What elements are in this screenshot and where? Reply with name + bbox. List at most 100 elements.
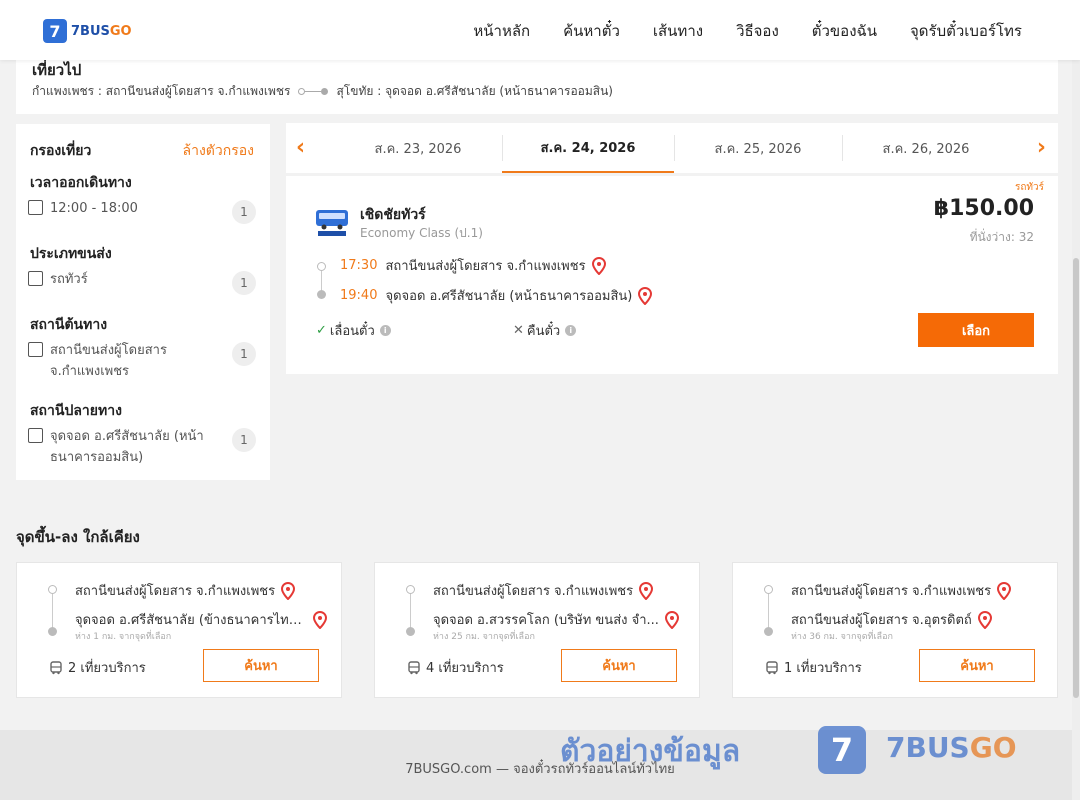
arrival-dot-icon [317, 290, 326, 299]
checkbox[interactable] [28, 428, 43, 443]
tab-date-3[interactable]: ส.ค. 25, 2026 [674, 123, 842, 173]
logo-text: 7BUSGO [71, 23, 132, 39]
seats-available: ที่นั่งว่าง: 32 [969, 230, 1034, 244]
departure-station: สถานีขนส่งผู้โดยสาร จ.กำแพงเพชร [385, 259, 586, 274]
bus-class: Economy Class (ป.1) [360, 226, 483, 240]
filter-group-title: สถานีปลายทาง [30, 403, 122, 419]
tab-date-4[interactable]: ส.ค. 26, 2026 [842, 123, 1010, 173]
nearby-route-card: สถานีขนส่งผู้โดยสาร จ.กำแพงเพชร จุดจอด อ… [16, 562, 342, 698]
date-selector: ‹ ส.ค. 23, 2026 ส.ค. 24, 2026 ส.ค. 25, 2… [286, 123, 1058, 173]
operator-name: เชิดชัยทัวร์ [360, 207, 426, 223]
filter-count-badge: 1 [232, 342, 256, 366]
tab-date-1[interactable]: ส.ค. 23, 2026 [334, 123, 502, 173]
route-destination: สุโขทัย : จุดจอด อ.ศรีสัชนาลัย (หน้าธนาค… [336, 84, 613, 98]
map-pin-icon[interactable] [664, 610, 679, 629]
page-scrollbar[interactable] [1072, 0, 1080, 800]
nearby-origin: สถานีขนส่งผู้โดยสาร จ.กำแพงเพชร [75, 580, 296, 601]
map-pin-icon[interactable] [591, 256, 606, 275]
nearby-route-card: สถานีขนส่งผู้โดยสาร จ.กำแพงเพชร จุดจอด อ… [374, 562, 700, 698]
nav-my-tickets[interactable]: ตั๋วของฉัน [812, 19, 877, 43]
map-pin-icon[interactable] [997, 581, 1012, 600]
watermark-text: ตัวอย่างข้อมูล [560, 734, 741, 769]
departure-dot-icon [317, 262, 326, 271]
map-pin-icon[interactable] [313, 610, 327, 629]
filter-option-label: สถานีขนส่งผู้โดยสาร จ.กำแพงเพชร [50, 343, 167, 379]
nearby-section-title: จุดขึ้น-ลง ใกล้เคียง [16, 528, 140, 546]
tab-date-2-active[interactable]: ส.ค. 24, 2026 [502, 123, 674, 173]
ticket-price: ฿150.00 [933, 196, 1034, 221]
nearby-route-card: สถานีขนส่งผู้โดยสาร จ.กำแพงเพชร สถานีขนส… [732, 562, 1058, 698]
select-trip-button[interactable]: เลือก [918, 313, 1034, 347]
nearby-distance: ห่าง 25 กม. จากจุดที่เลือก [433, 632, 535, 642]
route-origin: กำแพงเพชร : สถานีขนส่งผู้โดยสาร จ.กำแพงเ… [32, 84, 291, 98]
feature-reschedule: ✓ เลื่อนตั๋ว i [316, 320, 391, 341]
bus-icon [408, 660, 420, 674]
bus-icon [50, 660, 62, 674]
map-pin-icon[interactable] [639, 581, 654, 600]
cross-icon: ✕ [513, 323, 524, 338]
filter-option-departure-time[interactable]: 12:00 - 18:00 1 [28, 198, 256, 224]
checkbox[interactable] [28, 271, 43, 286]
nearby-trip-count: 2 เที่ยวบริการ [49, 657, 146, 678]
filter-group-title: ประเภทขนส่ง [30, 246, 112, 262]
arrival-time: 19:40 [340, 288, 378, 303]
filter-option-transport-type[interactable]: รถทัวร์ 1 [28, 269, 256, 295]
nearby-search-button[interactable]: ค้นหา [203, 649, 319, 682]
next-date-chevron-icon[interactable]: › [1037, 135, 1046, 160]
nearby-search-button[interactable]: ค้นหา [919, 649, 1035, 682]
site-logo[interactable]: 7 7BUSGO [43, 19, 132, 43]
nearby-origin: สถานีขนส่งผู้โดยสาร จ.กำแพงเพชร [433, 580, 654, 601]
info-icon[interactable]: i [565, 325, 577, 336]
bus-icon [766, 660, 778, 674]
clear-filters-link[interactable]: ล้างตัวกรอง [183, 140, 254, 162]
nav-pickup-points[interactable]: จุดรับตั๋วเบอร์โทร [910, 19, 1022, 43]
nearby-trip-count: 4 เที่ยวบริการ [407, 657, 504, 678]
nav-routes[interactable]: เส้นทาง [653, 19, 703, 43]
nav-home[interactable]: หน้าหลัก [473, 19, 530, 43]
arrival-stop: 19:40 จุดจอด อ.ศรีสัชนาลัย (หน้าธนาคารออ… [340, 285, 653, 306]
filter-group-title: สถานีต้นทาง [30, 317, 108, 333]
main-nav: หน้าหลัก ค้นหาตั๋ว เส้นทาง วิธีจอง ตั๋วข… [473, 19, 1022, 43]
trip-result-card: รถทัวร์ เชิดชัยทัวร์ Economy Class (ป.1)… [286, 176, 1058, 374]
watermark-brand: 7BUSGO [886, 731, 1017, 764]
filter-option-label: 12:00 - 18:00 [50, 201, 138, 216]
watermark-logo-icon: 7 [818, 726, 866, 774]
filter-count-badge: 1 [232, 428, 256, 452]
arrival-station: จุดจอด อ.ศรีสัชนาลัย (หน้าธนาคารออมสิน) [385, 289, 633, 304]
checkbox[interactable] [28, 200, 43, 215]
route-connector-icon [298, 88, 329, 95]
nearby-distance: ห่าง 1 กม. จากจุดที่เลือก [75, 632, 172, 642]
filter-group-title: เวลาออกเดินทาง [30, 175, 132, 191]
prev-date-chevron-icon[interactable]: ‹ [296, 135, 305, 160]
departure-stop: 17:30 สถานีขนส่งผู้โดยสาร จ.กำแพงเพชร [340, 255, 606, 276]
logo-icon: 7 [43, 19, 67, 43]
check-icon: ✓ [316, 323, 327, 338]
nearby-destination: จุดจอด อ.สวรรคโลก (บริษัท ขนส่ง จำ... [433, 609, 679, 630]
nearby-trip-count: 1 เที่ยวบริการ [765, 657, 862, 678]
filter-option-origin-station[interactable]: สถานีขนส่งผู้โดยสาร จ.กำแพงเพชร 1 [28, 340, 256, 382]
top-navbar: 7 7BUSGO หน้าหลัก ค้นหาตั๋ว เส้นทาง วิธี… [0, 0, 1080, 60]
info-icon[interactable]: i [379, 325, 391, 336]
scrollbar-thumb[interactable] [1073, 258, 1079, 698]
nearby-origin: สถานีขนส่งผู้โดยสาร จ.กำแพงเพชร [791, 580, 1012, 601]
filter-option-label: จุดจอด อ.ศรีสัชนาลัย (หน้าธนาคารออมสิน) [50, 429, 204, 465]
map-pin-icon[interactable] [281, 581, 296, 600]
filter-option-destination-station[interactable]: จุดจอด อ.ศรีสัชนาลัย (หน้าธนาคารออมสิน) … [28, 426, 256, 468]
route-line: กำแพงเพชร : สถานีขนส่งผู้โดยสาร จ.กำแพงเ… [32, 82, 613, 101]
filter-count-badge: 1 [232, 271, 256, 295]
transport-type-tag: รถทัวร์ [1014, 182, 1044, 193]
filter-option-label: รถทัวร์ [50, 272, 88, 287]
nav-search-tickets[interactable]: ค้นหาตั๋ว [563, 19, 620, 43]
trip-direction-title: เที่ยวไป [32, 61, 82, 79]
departure-time: 17:30 [340, 258, 378, 273]
nearby-destination: สถานีขนส่งผู้โดยสาร จ.อุตรดิตถ์ [791, 609, 992, 630]
filter-title: กรองเที่ยว [30, 143, 92, 159]
route-summary: เที่ยวไป กำแพงเพชร : สถานีขนส่งผู้โดยสาร… [16, 52, 1058, 114]
map-pin-icon[interactable] [638, 286, 653, 305]
nav-how-to-book[interactable]: วิธีจอง [736, 19, 779, 43]
nearby-destination: จุดจอด อ.ศรีสัชนาลัย (ข้างธนาคารไทย... [75, 609, 327, 630]
map-pin-icon[interactable] [977, 610, 992, 629]
checkbox[interactable] [28, 342, 43, 357]
nearby-search-button[interactable]: ค้นหา [561, 649, 677, 682]
nearby-distance: ห่าง 36 กม. จากจุดที่เลือก [791, 632, 893, 642]
